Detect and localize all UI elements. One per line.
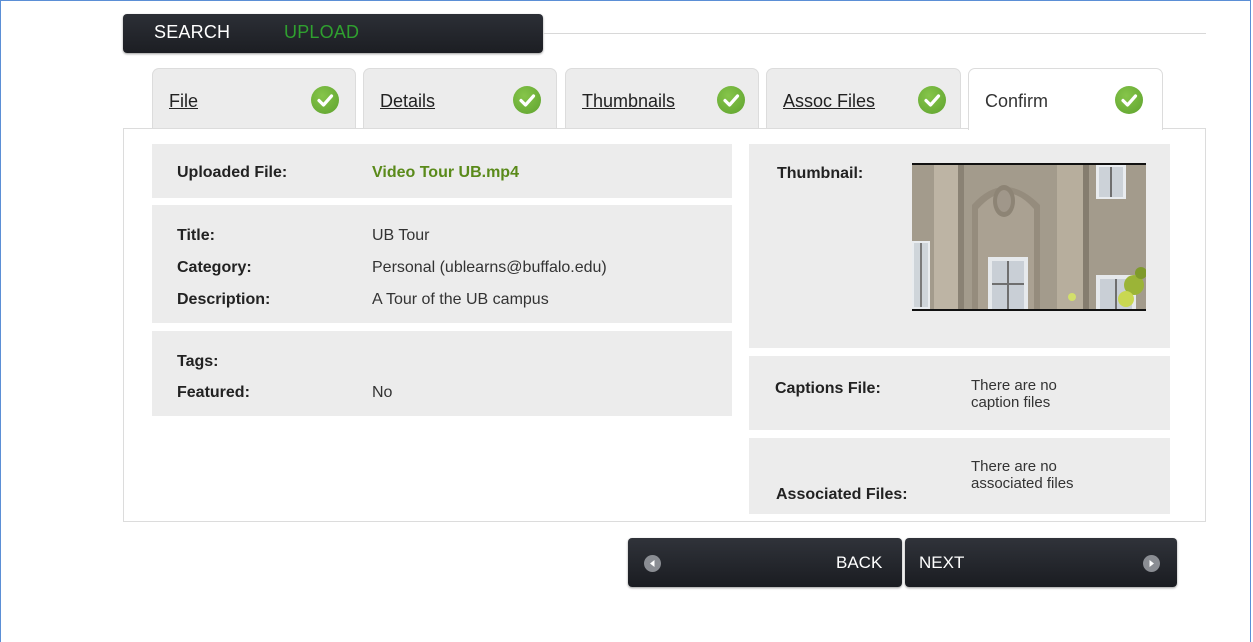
check-icon: [311, 86, 339, 114]
uploaded-file-value: Video Tour UB.mp4: [372, 164, 519, 181]
next-button-label[interactable]: NEXT: [919, 553, 964, 573]
description-label: Description:: [177, 291, 271, 308]
back-button-label[interactable]: BACK: [836, 553, 882, 573]
nav-divider: [543, 33, 1206, 34]
check-icon: [1115, 86, 1143, 114]
tab-assoc-files[interactable]: Assoc Files: [766, 68, 961, 128]
featured-value: No: [372, 384, 393, 401]
tab-file-label[interactable]: File: [169, 91, 198, 112]
tab-file[interactable]: File: [152, 68, 356, 128]
check-icon: [513, 86, 541, 114]
tab-details-label[interactable]: Details: [380, 91, 435, 112]
tab-details[interactable]: Details: [363, 68, 557, 128]
uploaded-file-label: Uploaded File:: [177, 164, 288, 181]
tab-thumbnails-label[interactable]: Thumbnails: [582, 91, 675, 112]
check-icon: [918, 86, 946, 114]
title-label: Title:: [177, 227, 215, 244]
captions-value-line1: There are no: [971, 377, 1057, 394]
thumbnail-image: [912, 163, 1146, 311]
captions-label: Captions File:: [775, 380, 881, 397]
nav-search-link[interactable]: SEARCH: [154, 22, 230, 43]
check-icon: [717, 86, 745, 114]
back-button[interactable]: BACK: [628, 538, 902, 587]
tab-thumbnails[interactable]: Thumbnails: [565, 68, 759, 128]
tags-box: [152, 331, 732, 416]
tab-assoc-files-label[interactable]: Assoc Files: [783, 91, 875, 112]
arrow-left-icon: [644, 555, 661, 572]
associated-files-value-line2: associated files: [971, 475, 1074, 492]
nav-upload-link[interactable]: UPLOAD: [284, 22, 359, 43]
description-value: A Tour of the UB campus: [372, 291, 549, 308]
tab-confirm-label[interactable]: Confirm: [985, 91, 1048, 112]
tags-label: Tags:: [177, 353, 219, 370]
category-label: Category:: [177, 259, 252, 276]
associated-files-label: Associated Files:: [776, 486, 908, 503]
title-value: UB Tour: [372, 227, 430, 244]
next-button[interactable]: NEXT: [905, 538, 1177, 587]
top-nav-bar: SEARCH UPLOAD: [123, 14, 543, 53]
featured-label: Featured:: [177, 384, 250, 401]
category-value: Personal (ublearns@buffalo.edu): [372, 259, 607, 276]
captions-value-line2: caption files: [971, 394, 1051, 411]
arrow-right-icon: [1143, 555, 1160, 572]
tab-confirm[interactable]: Confirm: [968, 68, 1163, 130]
thumbnail-label: Thumbnail:: [777, 165, 864, 182]
associated-files-value-line1: There are no: [971, 458, 1057, 475]
